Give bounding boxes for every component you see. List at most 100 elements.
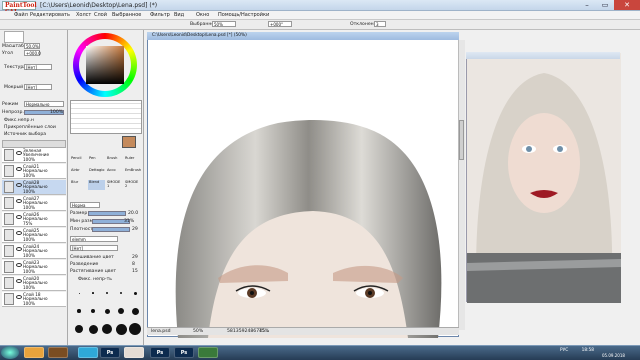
scrollbar-thumb[interactable] xyxy=(459,120,464,160)
brush-size-preset[interactable] xyxy=(129,323,141,335)
brush-size-preset[interactable] xyxy=(118,308,124,314)
tray-clock[interactable]: 18:58 xyxy=(582,348,594,353)
visibility-eye-icon[interactable] xyxy=(16,295,22,299)
brush-size-preset[interactable] xyxy=(88,324,98,334)
brush-mode-select[interactable]: Норма xyxy=(70,202,100,208)
layer-row[interactable]: Слой23 Нормально 100% xyxy=(2,260,66,275)
visibility-eye-icon[interactable] xyxy=(16,263,22,267)
taskbar-chrome-icon[interactable] xyxy=(24,347,44,358)
tool-button[interactable]: Pen xyxy=(88,156,105,166)
layer-row[interactable]: Слой20 Нормально 100% xyxy=(2,276,66,291)
brush-size-preset[interactable] xyxy=(115,323,127,335)
tool-button[interactable]: Pencil xyxy=(70,156,87,166)
taskbar-photoshop-icon[interactable]: Ps xyxy=(150,347,170,358)
navigator-preview[interactable] xyxy=(4,31,24,43)
canvas-artwork[interactable] xyxy=(148,33,460,338)
brush-size-preset[interactable] xyxy=(102,324,112,334)
visibility-eye-icon[interactable] xyxy=(16,183,22,187)
keep-opacity-checkbox[interactable]: Фикс.непр.н xyxy=(4,118,34,123)
brush-size-preset[interactable] xyxy=(78,292,80,294)
brush-size-preset[interactable] xyxy=(75,325,83,333)
brush-size-preset[interactable] xyxy=(104,308,110,314)
status-filename[interactable]: lena.psd xyxy=(151,329,171,334)
zoom-field[interactable]: 50.0% xyxy=(24,43,40,49)
stabilizer-select[interactable]: 3 xyxy=(374,21,386,27)
brush-texture-select[interactable]: [Нет] xyxy=(70,245,118,251)
tool-button[interactable]: Airbr xyxy=(70,168,87,178)
visibility-eye-icon[interactable] xyxy=(16,231,22,235)
brush-size-preset[interactable] xyxy=(131,307,139,315)
layer-row[interactable]: Слой 18 Нормально 100% xyxy=(2,292,66,307)
tool-button[interactable]: Dettagio xyxy=(88,168,105,178)
layer-row[interactable]: Слой24 Нормально 100% xyxy=(2,244,66,259)
density-slider[interactable] xyxy=(92,227,130,232)
brush-size-preset[interactable] xyxy=(91,309,95,313)
taskbar-sai-icon[interactable] xyxy=(124,347,144,358)
tool-button[interactable]: Blur xyxy=(70,180,87,190)
zoom-select[interactable]: 50% xyxy=(212,21,236,27)
tool-button[interactable]: EmBrush xyxy=(124,168,141,178)
layer-row[interactable]: Слой25 Нормально 100% xyxy=(2,228,66,243)
layer-row[interactable]: Слой27 Нормально 100% xyxy=(2,196,66,211)
layer-row[interactable]: Зеленая Увеличение 100% xyxy=(2,148,66,163)
saturation-value-square[interactable] xyxy=(86,46,124,84)
menu-edit[interactable]: Редактировать xyxy=(30,12,70,18)
visibility-eye-icon[interactable] xyxy=(16,279,22,283)
texture-select[interactable]: [Нет] xyxy=(24,64,52,70)
clipping-checkbox[interactable]: Прикреплённые слои xyxy=(4,125,56,130)
menu-help[interactable]: Помощь/Настройки xyxy=(218,12,269,18)
tool-button[interactable]: Blend xyxy=(88,180,105,190)
tray-language[interactable]: РУС xyxy=(560,348,568,353)
swatch-scratchpad[interactable] xyxy=(70,100,142,134)
reference-image-window[interactable] xyxy=(466,52,621,303)
brush-size-preset[interactable] xyxy=(92,292,94,294)
menu-layer[interactable]: Слой xyxy=(94,12,107,18)
visibility-eye-icon[interactable] xyxy=(16,199,22,203)
taskbar-photoshop-icon[interactable]: Ps xyxy=(100,347,120,358)
layer-row[interactable]: Слой26 Нормально 75% xyxy=(2,212,66,227)
menu-canvas[interactable]: Холст xyxy=(76,12,91,18)
edge-select[interactable]: [Нет] xyxy=(24,84,52,90)
brush-size-preset[interactable] xyxy=(133,291,137,295)
blend-mode-select[interactable]: Нормально xyxy=(24,101,64,107)
close-icon[interactable]: ✕ xyxy=(614,0,640,10)
tool-button[interactable]: Brush xyxy=(106,156,123,166)
brush-size-preset[interactable] xyxy=(106,292,108,294)
menu-window[interactable]: Окно xyxy=(196,12,209,18)
menu-file[interactable]: Файл xyxy=(14,12,28,18)
canvas-vertical-scrollbar[interactable] xyxy=(458,40,465,330)
tool-button[interactable]: SMODE 1 xyxy=(106,180,123,190)
rotation-select[interactable]: +000° xyxy=(268,21,292,27)
primary-color-swatch[interactable] xyxy=(122,136,136,148)
taskbar-app-icon[interactable] xyxy=(78,347,98,358)
reference-window-title-bar[interactable] xyxy=(466,52,620,59)
size-slider[interactable] xyxy=(88,211,126,216)
keep-opacity-brush-checkbox[interactable]: Фикс. непр-ть xyxy=(78,277,112,282)
menu-selection[interactable]: Выбранное xyxy=(112,12,141,18)
taskbar-photoshop-icon[interactable]: Ps xyxy=(174,347,194,358)
brush-size-preset[interactable] xyxy=(77,309,81,313)
minimize-icon[interactable]: – xyxy=(578,0,596,10)
tool-button[interactable]: Ruler xyxy=(124,156,141,166)
visibility-eye-icon[interactable] xyxy=(16,151,22,155)
angle-field[interactable]: +000.0 xyxy=(24,50,41,56)
start-button[interactable] xyxy=(1,346,19,359)
menu-view[interactable]: Вид xyxy=(174,12,184,18)
tool-button[interactable]: SMODE 2 xyxy=(124,180,141,190)
menu-filter[interactable]: Фильтр xyxy=(150,12,170,18)
visibility-eye-icon[interactable] xyxy=(16,247,22,251)
layer-row[interactable]: Слой28 Нормально 100% xyxy=(2,180,66,195)
selection-source-checkbox[interactable]: Источник выбора xyxy=(4,132,46,137)
brush-size-preset[interactable] xyxy=(119,291,123,295)
system-tray[interactable]: РУС 18:58 xyxy=(560,348,594,353)
layer-row[interactable]: Слой21 Нормально 100% xyxy=(2,164,66,179)
maximize-icon[interactable]: ▭ xyxy=(596,0,614,10)
visibility-eye-icon[interactable] xyxy=(16,215,22,219)
taskbar-app-icon[interactable] xyxy=(48,347,68,358)
canvas-title-bar[interactable]: C:\Users\Leonid\Desktop\Lena.psd [*] (50… xyxy=(147,32,459,40)
brush-shape-select[interactable]: elemm xyxy=(70,236,118,242)
taskbar-app-icon[interactable] xyxy=(198,347,218,358)
canvas-window[interactable] xyxy=(147,32,460,338)
tool-button[interactable]: Acco xyxy=(106,168,123,178)
visibility-eye-icon[interactable] xyxy=(16,167,22,171)
